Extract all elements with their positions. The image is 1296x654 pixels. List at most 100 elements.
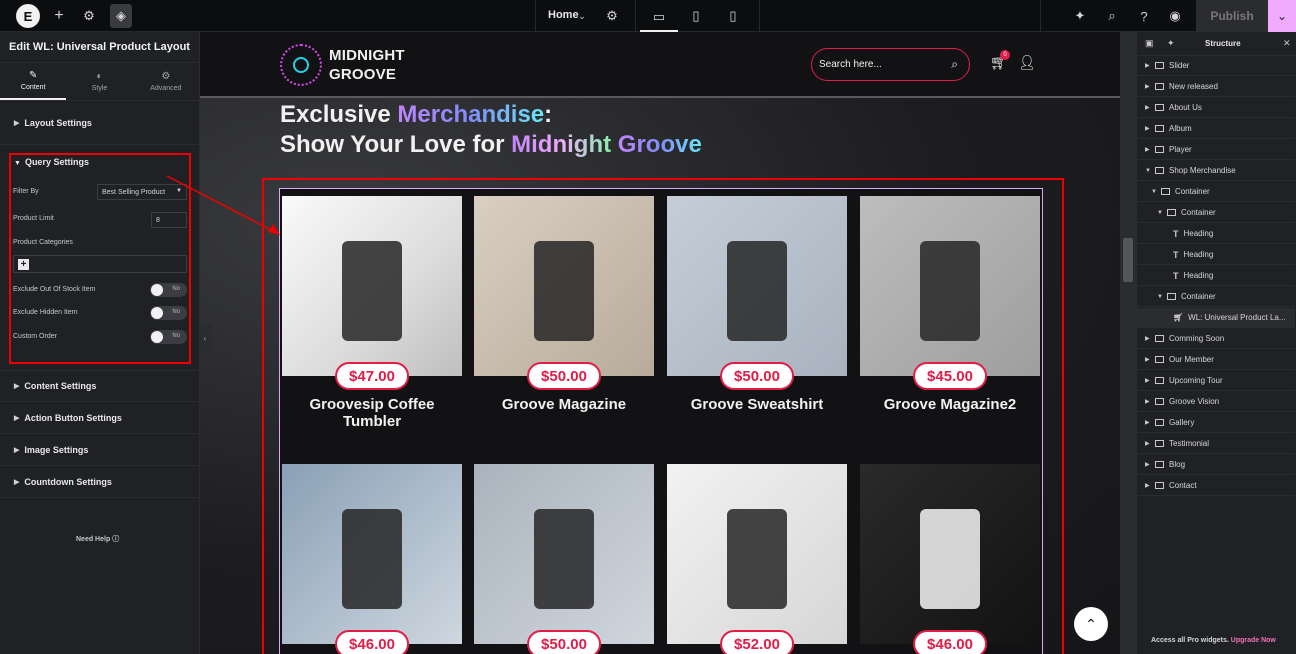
sweatshirt-product-image[interactable]	[667, 196, 847, 376]
search-icon[interactable]: ⌕	[951, 57, 958, 72]
product-card[interactable]: $45.00 Groove Magazine2	[860, 196, 1040, 413]
product-title[interactable]: Groove Sweatshirt	[667, 396, 847, 413]
section-countdown-settings[interactable]: ▶ Countdown Settings	[0, 466, 199, 498]
collapse-panel-icon[interactable]: ‹	[199, 325, 211, 351]
product-price: $52.00	[720, 630, 794, 654]
page-select[interactable]: Home	[548, 9, 579, 21]
structure-item[interactable]: ▶ Blog	[1137, 455, 1295, 475]
product-price: $46.00	[335, 630, 409, 654]
caret-right-icon: ▶	[1145, 399, 1150, 405]
tab-advanced[interactable]: ⚙ Advanced	[133, 63, 199, 100]
exclude-out-of-stock-toggle[interactable]: No	[150, 283, 187, 297]
canvas-scrollbar[interactable]	[1120, 32, 1136, 654]
product-title[interactable]: Groovesip Coffee Tumbler	[282, 396, 462, 430]
structure-title: Structure	[1205, 39, 1241, 48]
tumbler-product-image[interactable]	[282, 196, 462, 376]
elementor-logo[interactable]: E	[16, 4, 40, 28]
page-settings-icon[interactable]: ⚙	[604, 4, 620, 28]
structure-item[interactable]: ▶ Gallery	[1137, 413, 1295, 433]
caret-right-icon: ▶	[1145, 63, 1150, 69]
container-icon	[1155, 83, 1164, 90]
publish-button[interactable]: Publish	[1196, 0, 1268, 32]
scroll-to-top-button[interactable]: ⌃	[1074, 607, 1108, 641]
headphones-logo-icon[interactable]	[280, 44, 322, 86]
user-icon[interactable]: 👤︎	[1018, 54, 1036, 71]
section-layout-settings[interactable]: ▶ Layout Settings	[0, 101, 199, 145]
panel-toggle-icon[interactable]: ▣	[1145, 38, 1154, 49]
tshirt-product-image[interactable]	[474, 464, 654, 644]
section-query-settings[interactable]: ▼ Query Settings	[14, 157, 89, 167]
add-icon[interactable]: +	[18, 259, 29, 270]
notifications-icon[interactable]: ✦	[1071, 4, 1089, 28]
tote-bag-product-image[interactable]	[282, 464, 462, 644]
filter-by-label: Filter By	[13, 188, 39, 195]
structure-toggle-icon[interactable]: ◈	[110, 4, 132, 28]
structure-item[interactable]: ▶ Slider	[1137, 56, 1295, 76]
cup-product-image[interactable]	[860, 464, 1040, 644]
publish-options-icon[interactable]: ⌄	[1268, 0, 1296, 32]
ai-icon[interactable]: ✦	[1167, 38, 1175, 49]
structure-item[interactable]: ▶ About Us	[1137, 98, 1295, 118]
structure-item[interactable]: ▼ Shop Merchandise	[1137, 161, 1295, 181]
search-icon[interactable]: ⌕	[1103, 4, 1121, 28]
site-settings-icon[interactable]: ⚙	[80, 4, 98, 28]
product-card[interactable]: $46.00	[282, 464, 462, 654]
chevron-down-icon[interactable]: ⌄	[576, 4, 588, 28]
structure-item[interactable]: T Heading	[1137, 224, 1295, 244]
structure-item[interactable]: ▶ Comming Soon	[1137, 329, 1295, 349]
structure-item[interactable]: ▼ Container	[1137, 203, 1295, 223]
structure-item[interactable]: ▶ New released	[1137, 77, 1295, 97]
magazine-product-image[interactable]	[474, 196, 654, 376]
magazine2-product-image[interactable]	[860, 196, 1040, 376]
product-card[interactable]: $52.00	[667, 464, 847, 654]
caret-right-icon: ▶	[1145, 483, 1150, 489]
product-card[interactable]: $47.00 Groovesip Coffee Tumbler	[282, 196, 462, 430]
structure-item[interactable]: ▶ Upcoming Tour	[1137, 371, 1295, 391]
structure-item[interactable]: ▶ Contact	[1137, 476, 1295, 496]
structure-item[interactable]: ▶ Our Member	[1137, 350, 1295, 370]
desktop-view-icon[interactable]: ▭	[640, 4, 678, 32]
product-price: $46.00	[913, 630, 987, 654]
section-action-button-settings[interactable]: ▶ Action Button Settings	[0, 402, 199, 434]
help-icon[interactable]: ?	[1135, 4, 1153, 28]
caret-right-icon: ▶	[1145, 105, 1150, 111]
section-content-settings[interactable]: ▶ Content Settings	[0, 370, 199, 402]
tab-style[interactable]: ◐ Style	[66, 63, 132, 100]
container-icon	[1155, 377, 1164, 384]
product-categories-input[interactable]: +	[13, 255, 187, 273]
structure-item[interactable]: ▶ Testimonial	[1137, 434, 1295, 454]
section-image-settings[interactable]: ▶ Image Settings	[0, 434, 199, 466]
structure-item[interactable]: ▶ Album	[1137, 119, 1295, 139]
exclude-hidden-toggle[interactable]: No	[150, 306, 187, 320]
travel-mug-product-image[interactable]	[667, 464, 847, 644]
structure-item[interactable]: ▶ Player	[1137, 140, 1295, 160]
add-element-icon[interactable]: +	[50, 4, 68, 28]
brand-name[interactable]: MIDNIGHT GROOVE	[329, 46, 405, 84]
cart-widget-icon: 🛒︎	[1173, 313, 1184, 322]
product-card[interactable]: $50.00	[474, 464, 654, 654]
tab-content[interactable]: ✎ Content	[0, 63, 67, 100]
structure-item[interactable]: ▶ Groove Vision	[1137, 392, 1295, 412]
product-title[interactable]: Groove Magazine	[474, 396, 654, 413]
caret-right-icon: ▶	[1145, 336, 1150, 342]
need-help-link[interactable]: Need Help ⓘ	[76, 534, 119, 544]
structure-item[interactable]: ▼ Container	[1137, 182, 1295, 202]
custom-order-toggle[interactable]: No	[150, 330, 187, 344]
tablet-view-icon[interactable]: ▯	[686, 4, 706, 28]
upgrade-now-link[interactable]: Upgrade Now	[1231, 637, 1276, 644]
caret-right-icon: ▶	[14, 383, 20, 390]
structure-item[interactable]: T Heading	[1137, 266, 1295, 286]
container-icon	[1167, 293, 1176, 300]
product-card[interactable]: $50.00 Groove Sweatshirt	[667, 196, 847, 413]
site-search-input[interactable]: Search here... ⌕	[811, 48, 970, 81]
preview-icon[interactable]: ◉	[1166, 4, 1184, 28]
mobile-view-icon[interactable]: ▯	[724, 4, 742, 28]
structure-item[interactable]: ▼ Container	[1137, 287, 1295, 307]
structure-item[interactable]: 🛒︎ WL: Universal Product La...	[1137, 308, 1295, 328]
product-card[interactable]: $46.00	[860, 464, 1040, 654]
structure-item[interactable]: T Heading	[1137, 245, 1295, 265]
product-title[interactable]: Groove Magazine2	[860, 396, 1040, 413]
exclude-hidden-label: Exclude Hidden Item	[13, 309, 78, 316]
close-icon[interactable]: ✕	[1283, 38, 1291, 49]
product-card[interactable]: $50.00 Groove Magazine	[474, 196, 654, 413]
